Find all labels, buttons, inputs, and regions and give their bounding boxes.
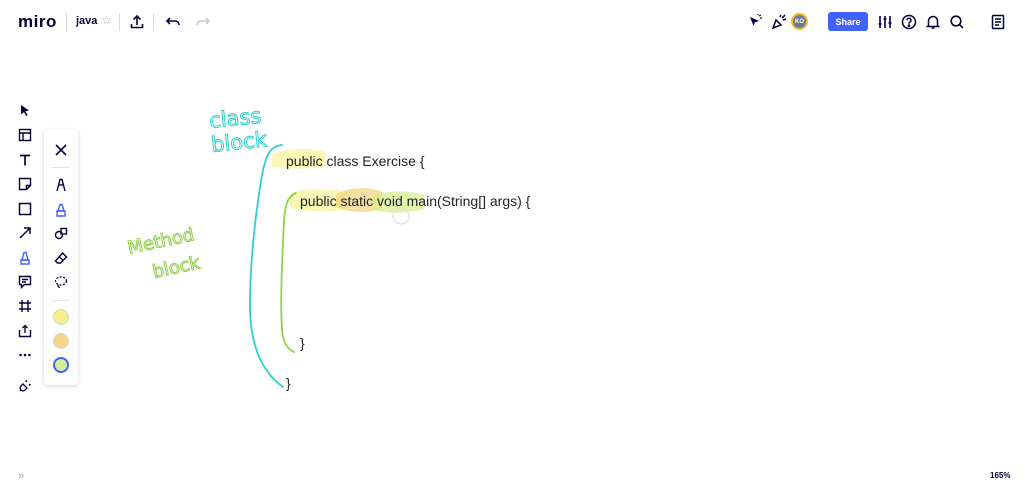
class-declaration-rest: class Exercise {: [322, 153, 425, 169]
search-icon[interactable]: [946, 11, 968, 33]
color-swatch-yellow[interactable]: [53, 309, 69, 325]
redo-icon[interactable]: [192, 11, 214, 33]
expand-panel-icon[interactable]: »: [18, 470, 24, 482]
eraser-icon[interactable]: [50, 247, 72, 269]
annotation-method-block-word: block: [151, 252, 203, 283]
panel-divider: [52, 167, 70, 168]
templates-icon[interactable]: [14, 124, 36, 146]
color-swatch-orange[interactable]: [53, 333, 69, 349]
header-divider: [66, 13, 67, 31]
class-declaration-line[interactable]: public class Exercise {: [286, 153, 425, 169]
close-icon[interactable]: [50, 139, 72, 161]
annotation-block-word: block: [210, 127, 269, 157]
sticky-note-icon[interactable]: [14, 173, 36, 195]
class-closing-brace[interactable]: }: [286, 375, 291, 391]
cursor-icon[interactable]: [14, 100, 36, 122]
star-icon[interactable]: ☆: [101, 13, 112, 27]
zoom-level[interactable]: 165%: [990, 471, 1010, 480]
miro-logo[interactable]: miro: [18, 12, 57, 32]
method-declaration-rest: main(String[] args) {: [402, 193, 531, 209]
keyword-public: public: [300, 193, 337, 209]
board-name[interactable]: java: [76, 15, 97, 27]
annotation-layer: class block Method block: [125, 103, 269, 283]
share-button[interactable]: Share: [828, 12, 868, 31]
color-swatch-green[interactable]: [53, 357, 69, 373]
annotation-class-word: class: [208, 104, 262, 133]
class-bracket: [249, 144, 284, 388]
presenter-cursor-icon[interactable]: [744, 11, 766, 33]
pen-icon[interactable]: [14, 247, 36, 269]
method-bracket: [280, 192, 297, 353]
bell-icon[interactable]: [922, 11, 944, 33]
arrow-icon[interactable]: [14, 222, 36, 244]
miro-board-page: miro java ☆ KO Share class block Method …: [0, 0, 1024, 498]
upload-icon[interactable]: [126, 11, 148, 33]
annotation-method-word: Method: [126, 224, 196, 259]
plug-icon[interactable]: [14, 375, 36, 397]
more-icon[interactable]: [14, 344, 36, 366]
panel-divider: [52, 300, 70, 301]
lasso-icon[interactable]: [50, 271, 72, 293]
notes-icon[interactable]: [987, 11, 1009, 33]
comment-icon[interactable]: [14, 271, 36, 293]
pen-icon[interactable]: [50, 174, 72, 196]
upload-icon[interactable]: [14, 320, 36, 342]
keyword-void: void: [373, 193, 403, 209]
reactions-icon[interactable]: [768, 11, 790, 33]
smart-drawing-icon[interactable]: [50, 223, 72, 245]
user-avatar[interactable]: KO: [791, 13, 808, 30]
sliders-icon[interactable]: [874, 11, 896, 33]
square-icon[interactable]: [14, 198, 36, 220]
method-declaration-line[interactable]: public static void main(String[] args) {: [300, 193, 530, 209]
undo-icon[interactable]: [162, 11, 184, 33]
keyword-static: static: [336, 193, 374, 209]
frame-icon[interactable]: [14, 295, 36, 317]
method-closing-brace[interactable]: }: [300, 335, 305, 351]
pen-panel: [44, 130, 78, 385]
help-icon[interactable]: [898, 11, 920, 33]
header-divider: [119, 13, 120, 31]
keyword-public: public: [286, 153, 323, 169]
pen-cursor-marker: [392, 207, 410, 225]
highlighter-icon[interactable]: [50, 199, 72, 221]
text-icon[interactable]: [14, 149, 36, 171]
header-divider: [153, 13, 154, 31]
drawing-layer: [249, 144, 424, 388]
